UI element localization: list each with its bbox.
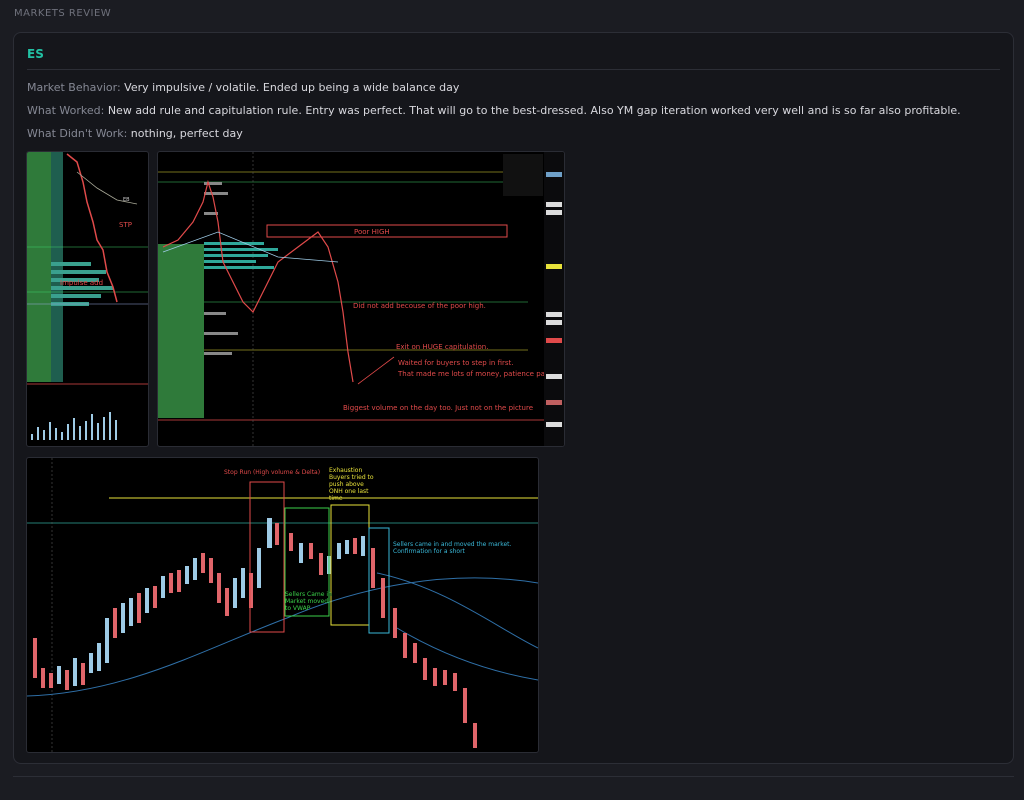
sellers-vwap-label-1: Sellers Came in <box>285 591 332 598</box>
did-not-add-label: Did not add becouse of the poor high. <box>353 302 486 310</box>
impulse-add-label: Impulse add <box>60 279 103 287</box>
waited-label-1: Waited for buyers to step in first. <box>398 359 514 367</box>
screenshot-main-chart[interactable]: Poor HIGH Did not add becouse of the poo… <box>157 151 565 447</box>
market-behavior-label: Market Behavior: <box>27 81 121 94</box>
divider <box>27 69 1000 70</box>
what-worked-label: What Worked: <box>27 104 105 117</box>
stop-run-label: Stop Run (High volume & Delta) <box>224 469 320 476</box>
what-didnt-work-label: What Didn't Work: <box>27 127 128 140</box>
bottom-divider <box>13 776 1014 777</box>
screenshot-volume-profile[interactable]: STP Impulse add EB <box>26 151 149 447</box>
what-didnt-work-line: What Didn't Work: nothing, perfect day <box>27 127 243 140</box>
exhaustion-label-1: Exhaustion <box>329 467 362 474</box>
price-scale <box>544 152 564 446</box>
poor-high-label: Poor HIGH <box>354 228 390 236</box>
exhaustion-label-3: push above <box>329 481 364 488</box>
exhaustion-label-4: ONH one last <box>329 488 369 495</box>
section-label: MARKETS REVIEW <box>14 8 112 19</box>
exhaustion-label-2: Buyers tried to <box>329 474 374 481</box>
market-behavior-text: Very impulsive / volatile. Ended up bein… <box>124 81 460 94</box>
symbol-title: ES <box>27 47 44 61</box>
data-window <box>503 154 543 196</box>
sellers-vwap-label-3: to VWAP <box>285 605 311 612</box>
eb-label: EB <box>123 197 130 203</box>
what-worked-text: New add rule and capitulation rule. Entr… <box>107 104 961 117</box>
waited-label-2: That made me lots of money, patience pai… <box>397 370 554 378</box>
biggest-volume-label: Biggest volume on the day too. Just not … <box>343 404 533 412</box>
sellers-short-label-1: Sellers came in and moved the market. <box>393 541 512 548</box>
review-card: ES Market Behavior: Very impulsive / vol… <box>13 32 1014 764</box>
exhaustion-label-5: time <box>329 495 343 502</box>
market-behavior-line: Market Behavior: Very impulsive / volati… <box>27 81 459 94</box>
stp-label: STP <box>119 221 132 229</box>
sellers-short-label-2: Confirmation for a short <box>393 548 466 555</box>
what-worked-line: What Worked: New add rule and capitulati… <box>27 104 961 117</box>
exit-label: Exit on HUGE capitulation. <box>396 343 488 351</box>
what-didnt-work-text: nothing, perfect day <box>130 127 243 140</box>
screenshot-footprint[interactable]: Stop Run (High volume & Delta) Exhaustio… <box>26 457 539 753</box>
sellers-vwap-label-2: Market moved <box>285 598 328 605</box>
